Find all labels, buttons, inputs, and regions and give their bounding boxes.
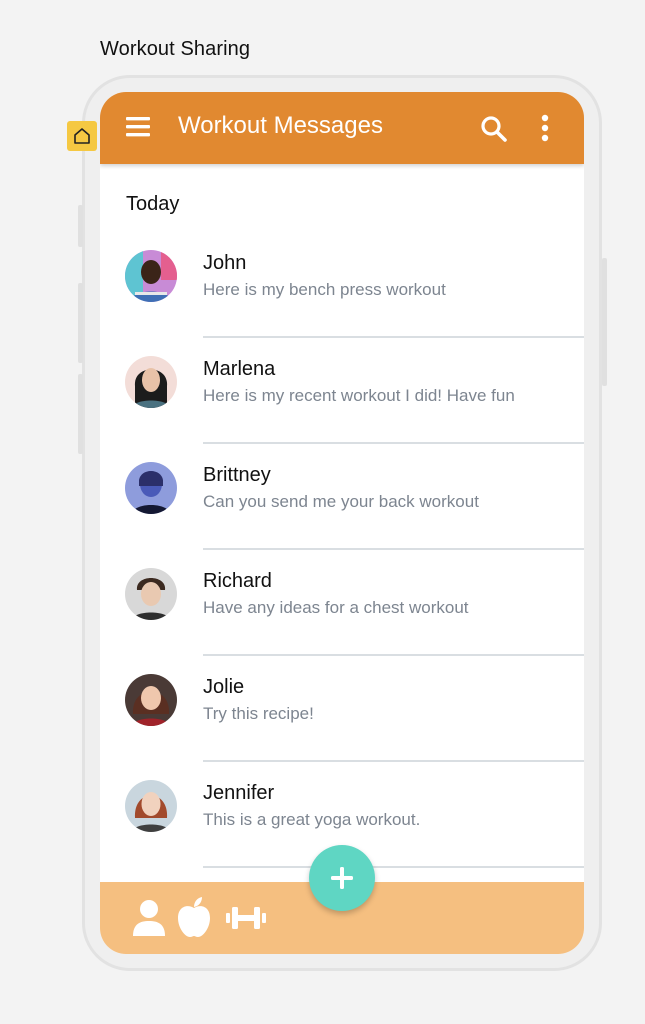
phone-side-button (78, 283, 83, 363)
message-preview: Here is my recent workout I did! Have fu… (203, 386, 515, 405)
contact-name: Brittney (203, 464, 271, 486)
avatar (125, 780, 177, 832)
message-preview: Here is my bench press workout (203, 280, 446, 299)
message-preview: Try this recipe! (203, 704, 314, 723)
conversation-item[interactable]: John Here is my bench press workout (100, 232, 584, 338)
message-preview: Have any ideas for a chest workout (203, 598, 469, 617)
avatar (125, 250, 177, 302)
conversation-item[interactable]: Brittney Can you send me your back worko… (100, 444, 584, 550)
conversation-item[interactable]: Marlena Here is my recent workout I did!… (100, 338, 584, 444)
contact-name: Jolie (203, 676, 245, 698)
app-title: Workout Messages (178, 112, 383, 139)
phone-side-button (78, 205, 83, 247)
avatar (125, 674, 177, 726)
phone-screen: Workout Messages Today John Here is my b… (100, 92, 584, 954)
contact-name: Richard (203, 570, 272, 592)
apple-icon[interactable] (176, 896, 212, 943)
divider (203, 866, 584, 868)
conversation-item[interactable]: Richard Have any ideas for a chest worko… (100, 550, 584, 656)
avatar (125, 568, 177, 620)
section-header-today: Today (126, 193, 180, 215)
user-icon[interactable] (132, 898, 166, 943)
message-preview: Can you send me your back workout (203, 492, 479, 511)
avatar (125, 356, 177, 408)
conversation-list: John Here is my bench press workout Marl… (100, 232, 584, 868)
home-icon[interactable] (67, 121, 97, 151)
dumbbell-icon[interactable] (226, 904, 266, 937)
conversation-item[interactable]: Jolie Try this recipe! (100, 656, 584, 762)
search-icon[interactable] (480, 115, 508, 143)
frame-title: Workout Sharing (100, 38, 251, 60)
phone-side-button (602, 258, 607, 386)
phone-side-button (78, 374, 83, 454)
more-vertical-icon[interactable] (536, 114, 554, 142)
compose-fab-button[interactable] (309, 845, 375, 911)
avatar (125, 462, 177, 514)
contact-name: Jennifer (203, 782, 275, 804)
plus-icon (331, 867, 353, 889)
contact-name: Marlena (203, 358, 276, 380)
contact-name: John (203, 252, 247, 274)
hamburger-menu-icon[interactable] (126, 116, 150, 138)
app-bar: Workout Messages (100, 92, 584, 164)
message-preview: This is a great yoga workout. (203, 810, 421, 829)
